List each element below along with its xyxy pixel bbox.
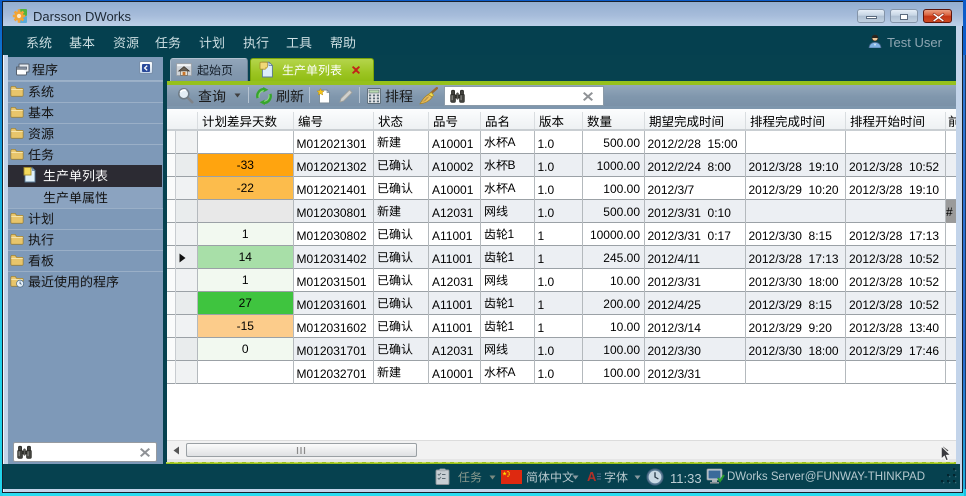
svg-text:A: A [587,470,597,483]
